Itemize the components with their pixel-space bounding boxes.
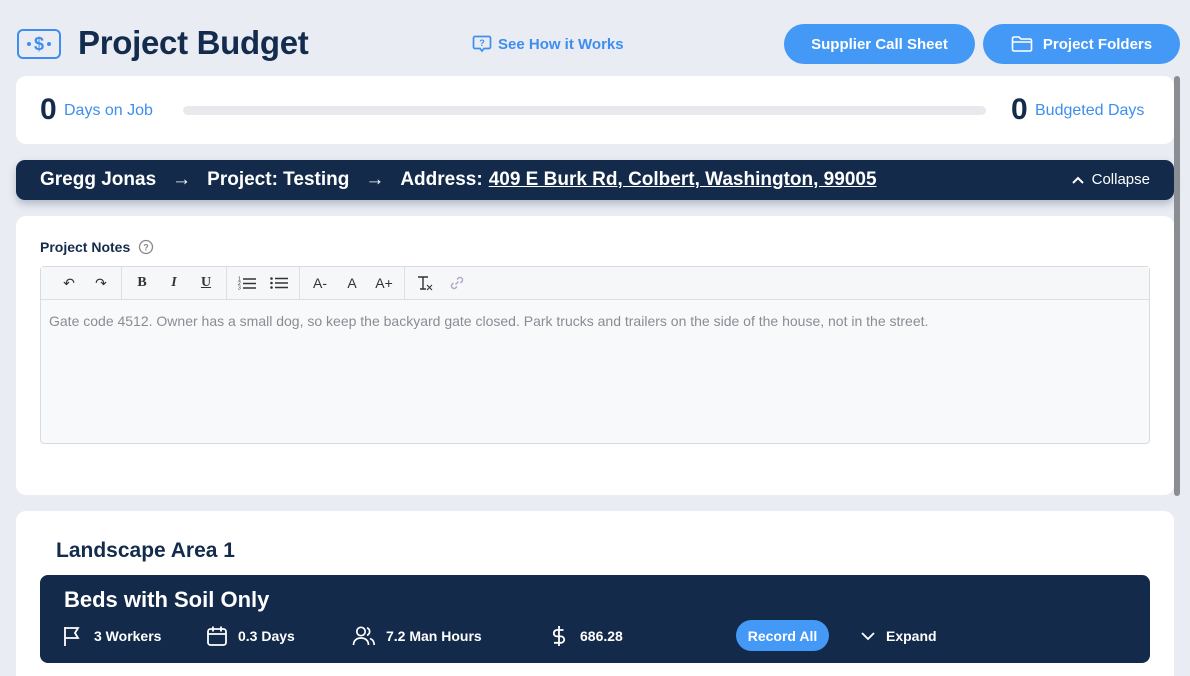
- breadcrumb-project[interactable]: Project: Testing: [207, 169, 349, 191]
- budgeted-days-label: Budgeted Days: [1035, 102, 1145, 119]
- ordered-list-button[interactable]: 1 2 3: [231, 270, 263, 296]
- underline-button[interactable]: U: [190, 270, 222, 296]
- svg-text:?: ?: [144, 243, 150, 253]
- days-progress-card: 0 Days on Job 0 Budgeted Days: [16, 76, 1174, 144]
- undo-button[interactable]: ↶: [53, 270, 85, 296]
- breadcrumb-address-link[interactable]: 409 E Burk Rd, Colbert, Washington, 9900…: [489, 169, 877, 191]
- link-button[interactable]: [441, 270, 473, 296]
- days-stat: 0.3 Days: [206, 623, 295, 649]
- breadcrumb: Gregg Jonas → Project: Testing → Address…: [16, 160, 1174, 200]
- bullet-list-icon: [270, 277, 288, 289]
- days-on-job-value: 0: [40, 93, 57, 126]
- task-title: Beds with Soil Only: [64, 587, 270, 612]
- landscape-area-card: Landscape Area 1 Beds with Soil Only 3 W…: [16, 511, 1174, 676]
- bullet-list-button[interactable]: [263, 270, 295, 296]
- project-folders-label: Project Folders: [1042, 35, 1153, 53]
- svg-text:3: 3: [238, 286, 241, 291]
- project-notes-card: Project Notes ? ↶ ↷ B I U 1 2 3 A- A A+ …: [16, 216, 1174, 495]
- calendar-icon: [207, 626, 227, 646]
- breadcrumb-client[interactable]: Gregg Jonas: [40, 169, 156, 191]
- workers-value: 3 Workers: [94, 628, 162, 644]
- font-smaller-button[interactable]: A-: [304, 270, 336, 296]
- see-how-it-works-label: See How it Works: [498, 35, 624, 53]
- link-icon: [450, 276, 464, 290]
- italic-button[interactable]: I: [158, 270, 190, 296]
- expand-button[interactable]: Expand: [860, 623, 937, 649]
- project-folders-button[interactable]: Project Folders: [983, 24, 1180, 64]
- users-icon: [352, 626, 376, 646]
- help-chat-icon: ?: [472, 35, 492, 53]
- breadcrumb-arrow: →: [172, 169, 192, 190]
- budgeted-days-value: 0: [1011, 93, 1028, 126]
- project-notes-label: Project Notes: [40, 239, 131, 255]
- days-progress-bar: [183, 106, 986, 115]
- days-value: 0.3 Days: [238, 628, 295, 644]
- task-stats: 3 Workers 0.3 Days 7.2 Man Hours 686.28 …: [62, 620, 1142, 651]
- svg-text:?: ?: [479, 38, 485, 48]
- list-group: 1 2 3: [227, 266, 300, 300]
- misc-group: [405, 267, 477, 300]
- dollar-icon: [552, 626, 566, 646]
- help-circle-icon[interactable]: ?: [138, 239, 154, 255]
- man-hours-stat: 7.2 Man Hours: [352, 623, 482, 649]
- ordered-list-icon: 1 2 3: [238, 277, 256, 291]
- breadcrumb-arrow: →: [365, 169, 385, 190]
- project-notes-heading: Project Notes ?: [40, 239, 154, 255]
- collapse-button[interactable]: Collapse: [1071, 171, 1150, 188]
- collapse-label: Collapse: [1091, 171, 1150, 188]
- notes-editor: ↶ ↷ B I U 1 2 3 A- A A+ Gate code 4512. …: [40, 266, 1150, 444]
- page-title: Project Budget: [78, 24, 309, 61]
- record-all-button[interactable]: Record All: [736, 620, 829, 651]
- flag-icon: [64, 627, 80, 646]
- clear-format-icon: [418, 276, 433, 291]
- chevron-down-icon: [861, 632, 875, 641]
- breadcrumb-address-label: Address:: [400, 169, 483, 190]
- expand-label: Expand: [886, 628, 937, 644]
- font-size-group: A- A A+: [300, 266, 405, 300]
- page-header: $ Project Budget ? See How it Works Supp…: [0, 0, 1190, 76]
- page-scrollbar[interactable]: [1174, 76, 1180, 676]
- history-group: ↶ ↷: [49, 266, 122, 300]
- area-title: Landscape Area 1: [56, 539, 235, 562]
- days-on-job-label: Days on Job: [64, 102, 153, 119]
- bold-button[interactable]: B: [126, 270, 158, 296]
- budget-logo-icon: $: [17, 29, 61, 59]
- cost-value: 686.28: [580, 628, 623, 644]
- editor-toolbar: ↶ ↷ B I U 1 2 3 A- A A+: [41, 266, 1149, 300]
- workers-stat: 3 Workers: [62, 623, 161, 649]
- clear-format-button[interactable]: [409, 270, 441, 296]
- font-larger-button[interactable]: A+: [368, 270, 400, 296]
- supplier-call-sheet-button[interactable]: Supplier Call Sheet: [784, 24, 975, 64]
- folder-icon: [1011, 36, 1033, 52]
- see-how-it-works-link[interactable]: ? See How it Works: [472, 34, 624, 54]
- task-bar: Beds with Soil Only 3 Workers 0.3 Days 7…: [40, 575, 1150, 663]
- scrollbar-thumb[interactable]: [1174, 76, 1180, 496]
- cost-stat: 686.28: [548, 623, 623, 649]
- chevron-up-icon: [1071, 176, 1084, 184]
- redo-button[interactable]: ↷: [85, 270, 117, 296]
- notes-text-area[interactable]: Gate code 4512. Owner has a small dog, s…: [41, 300, 1149, 342]
- font-normal-button[interactable]: A: [336, 270, 368, 296]
- man-hours-value: 7.2 Man Hours: [386, 628, 482, 644]
- format-group: B I U: [122, 266, 227, 300]
